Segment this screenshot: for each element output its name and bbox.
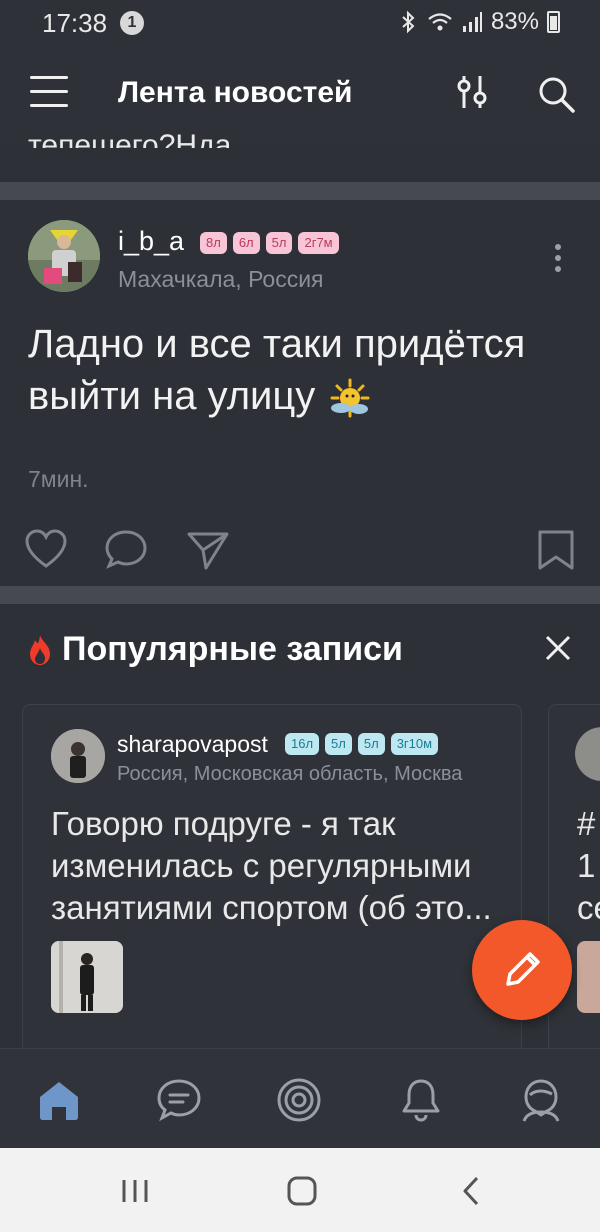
system-navigation-bar <box>0 1148 600 1232</box>
close-icon[interactable] <box>544 634 572 662</box>
search-icon[interactable] <box>536 74 576 114</box>
feed-post[interactable]: i_b_a 8л 6л 5л 2г7м Махачкала, Россия Ла… <box>0 200 600 586</box>
fire-icon <box>30 635 50 665</box>
bookmark-icon[interactable] <box>534 528 578 572</box>
card-text: # 1 се <box>577 805 600 926</box>
post-location: Махачкала, Россия <box>118 266 324 292</box>
badge: 8л <box>200 232 227 254</box>
avatar[interactable] <box>51 729 105 783</box>
menu-icon[interactable] <box>30 76 68 108</box>
post-text-content: Ладно и все таки придётся выйти на улицу <box>28 322 526 418</box>
divider <box>0 182 600 200</box>
avatar-image <box>28 220 100 292</box>
compose-button[interactable] <box>472 920 572 1020</box>
user-badges: 16л 5л 5л 3г10м <box>285 733 439 755</box>
notification-badge: 1 <box>120 11 144 35</box>
popular-card[interactable]: sharapovapost 16л 5л 5л 3г10м Россия, Мо… <box>22 704 522 1048</box>
target-icon[interactable] <box>276 1077 322 1123</box>
bluetooth-icon <box>402 10 415 34</box>
bell-icon[interactable] <box>398 1077 444 1123</box>
badge: 3г10м <box>390 733 439 755</box>
user-badges: 8л 6л 5л 2г7м <box>200 232 339 254</box>
card-username[interactable]: sharapovapost <box>117 731 268 758</box>
post-time: 7мин. <box>28 466 89 492</box>
status-icons: 83% <box>397 8 560 36</box>
status-bar: 17:38 1 83% <box>0 0 600 48</box>
battery-percent: 83% <box>490 8 539 35</box>
thumbnail-image <box>51 941 123 1013</box>
wifi-icon <box>428 13 452 31</box>
card-text: Говорю подруге - я так изменилась с регу… <box>51 805 492 926</box>
comment-icon[interactable] <box>104 528 148 572</box>
badge: 16л <box>285 733 320 755</box>
recent-apps-icon[interactable] <box>118 1174 152 1208</box>
more-options-icon[interactable] <box>548 244 568 278</box>
home-button-icon[interactable] <box>285 1174 319 1208</box>
card-thumbnail <box>577 941 600 1013</box>
badge: 5л <box>265 232 293 254</box>
badge: 2г7м <box>298 232 339 254</box>
sun-emoji-icon <box>330 378 370 418</box>
back-icon[interactable] <box>455 1174 489 1208</box>
like-icon[interactable] <box>24 528 68 572</box>
divider <box>0 586 600 604</box>
share-icon[interactable] <box>186 528 230 572</box>
post-username[interactable]: i_b_a <box>118 226 184 257</box>
card-location: Россия, Московская область, Москва <box>117 763 463 785</box>
battery-icon <box>547 11 560 33</box>
pencil-icon <box>506 952 540 986</box>
post-text: Ладно и все таки придётся выйти на улицу <box>28 318 573 422</box>
badge: 5л <box>357 733 385 755</box>
status-time: 17:38 <box>42 8 108 38</box>
profile-icon[interactable] <box>518 1077 564 1123</box>
signal-icon <box>462 12 482 32</box>
badge: 6л <box>232 232 260 254</box>
bottom-navigation <box>0 1048 600 1148</box>
section-title: Популярные записи <box>62 630 403 668</box>
previous-post-text: тепешего?Нда <box>28 129 232 148</box>
filter-icon[interactable] <box>452 72 492 112</box>
card-thumbnail[interactable] <box>51 941 123 1013</box>
badge: 5л <box>325 733 352 755</box>
page-title: Лента новостей <box>118 76 353 109</box>
home-icon[interactable] <box>36 1077 82 1123</box>
avatar-image <box>51 729 105 783</box>
avatar[interactable] <box>28 220 100 292</box>
chat-icon[interactable] <box>156 1077 202 1123</box>
avatar <box>575 727 600 781</box>
